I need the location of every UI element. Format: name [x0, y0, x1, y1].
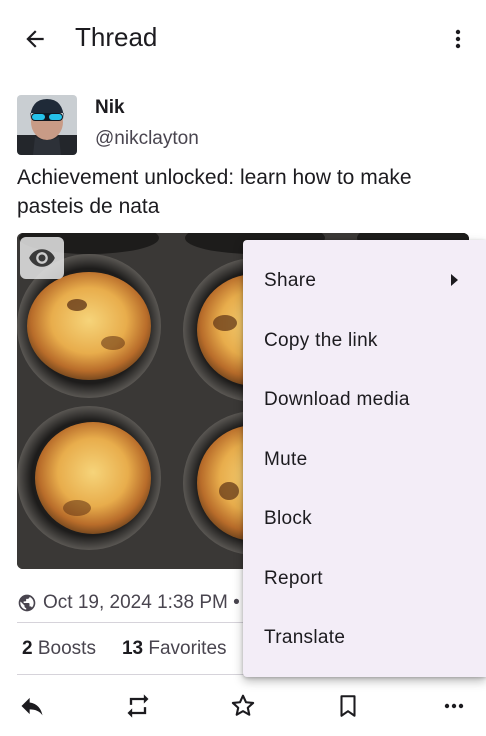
display-name[interactable]: Nik	[95, 97, 125, 119]
arrow-back-icon	[26, 30, 44, 48]
favorites-count[interactable]: 13 Favorites	[122, 638, 227, 660]
menu-item-translate[interactable]: Translate	[243, 613, 486, 663]
boost-button[interactable]	[120, 688, 156, 724]
bookmark-button[interactable]	[330, 688, 366, 724]
page-title: Thread	[75, 22, 158, 52]
menu-item-mute[interactable]: Mute	[243, 435, 486, 485]
more-actions-button[interactable]	[436, 688, 472, 724]
status-action-bar	[0, 688, 486, 728]
boosts-count[interactable]: 2 Boosts	[22, 638, 96, 660]
menu-item-report[interactable]: Report	[243, 554, 486, 604]
overflow-menu-button[interactable]	[446, 24, 470, 54]
eye-icon	[29, 249, 55, 267]
menu-item-share[interactable]: Share	[243, 256, 486, 306]
menu-item-copy-link[interactable]: Copy the link	[243, 316, 486, 366]
top-app-bar: Thread	[0, 0, 486, 78]
favorite-icon	[231, 694, 255, 716]
menu-item-download-media[interactable]: Download media	[243, 375, 486, 425]
more-horiz-icon	[444, 703, 464, 709]
more-vert-icon	[455, 29, 461, 49]
boost-icon	[127, 694, 149, 718]
reply-icon	[21, 697, 43, 716]
hide-media-button[interactable]	[20, 237, 64, 279]
menu-item-block[interactable]: Block	[243, 494, 486, 544]
avatar[interactable]	[17, 95, 77, 155]
bookmark-icon	[340, 695, 356, 717]
status-popup-menu: Share Copy the link Download media Mute …	[243, 240, 486, 677]
reply-button[interactable]	[14, 688, 50, 724]
timestamp: Oct 19, 2024 1:38 PM •	[43, 592, 240, 613]
username[interactable]: @nikclayton	[95, 128, 199, 150]
status-counts: 2 Boosts 13 Favorites	[22, 638, 253, 660]
status-metadata: Oct 19, 2024 1:38 PM •	[17, 590, 240, 616]
status-content: Achievement unlocked: learn how to make …	[17, 166, 412, 218]
favorite-button[interactable]	[225, 688, 261, 724]
back-button[interactable]	[20, 24, 50, 54]
globe-icon	[17, 593, 37, 613]
submenu-arrow-icon	[451, 274, 458, 286]
